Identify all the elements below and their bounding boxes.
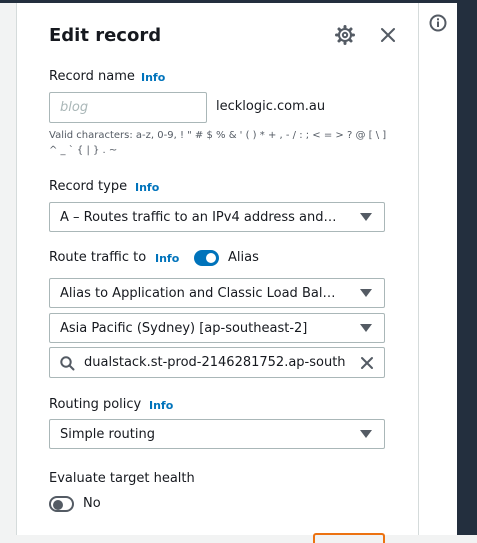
record-name-input[interactable]	[49, 92, 207, 123]
caret-down-icon	[360, 324, 372, 332]
region-select[interactable]: Asia Pacific (Sydney) [ap-southeast-2]	[49, 313, 385, 343]
info-circle-icon[interactable]	[429, 14, 447, 32]
record-type-value: A – Routes traffic to an IPv4 address an…	[60, 210, 340, 225]
evaluate-health-toggle[interactable]	[49, 496, 74, 512]
record-name-hint: Valid characters: a-z, 0-9, ! " # $ % & …	[49, 130, 387, 156]
domain-suffix: lecklogic.com.au	[216, 99, 326, 114]
load-balancer-input[interactable]	[84, 348, 346, 377]
clear-icon[interactable]	[360, 356, 374, 370]
record-type-info-link[interactable]: Info	[135, 181, 159, 194]
alias-toggle[interactable]	[194, 250, 219, 266]
routing-policy-value: Simple routing	[60, 427, 155, 442]
search-icon	[60, 356, 75, 371]
panel-title: Edit record	[49, 25, 162, 46]
evaluate-health-label: Evaluate target health	[49, 471, 195, 486]
record-type-label: Record type	[49, 179, 128, 194]
region-value: Asia Pacific (Sydney) [ap-southeast-2]	[60, 321, 308, 336]
record-type-select[interactable]: A – Routes traffic to an IPv4 address an…	[49, 202, 385, 232]
caret-down-icon	[360, 213, 372, 221]
endpoint-value: Alias to Application and Classic Load Ba…	[60, 286, 340, 301]
caret-down-icon	[360, 430, 372, 438]
routing-policy-select[interactable]: Simple routing	[49, 419, 385, 449]
routing-policy-label: Routing policy	[49, 397, 142, 412]
route-traffic-label: Route traffic to	[49, 250, 147, 265]
help-panel-rail	[418, 3, 457, 535]
routing-policy-info-link[interactable]: Info	[149, 399, 173, 412]
console-right-edge	[457, 0, 477, 535]
edit-record-panel: Edit record Record name Info lecklogic.c…	[17, 3, 418, 543]
alias-label: Alias	[228, 250, 259, 265]
record-name-label: Record name	[49, 69, 135, 84]
record-name-info-link[interactable]: Info	[141, 71, 165, 84]
route-traffic-info-link[interactable]: Info	[155, 252, 179, 265]
left-gutter	[0, 3, 17, 535]
endpoint-select[interactable]: Alias to Application and Classic Load Ba…	[49, 278, 385, 308]
caret-down-icon	[360, 289, 372, 297]
settings-gear-icon[interactable]	[334, 24, 356, 46]
evaluate-health-value: No	[83, 496, 101, 511]
load-balancer-search[interactable]	[49, 347, 385, 378]
close-icon[interactable]	[377, 24, 399, 46]
